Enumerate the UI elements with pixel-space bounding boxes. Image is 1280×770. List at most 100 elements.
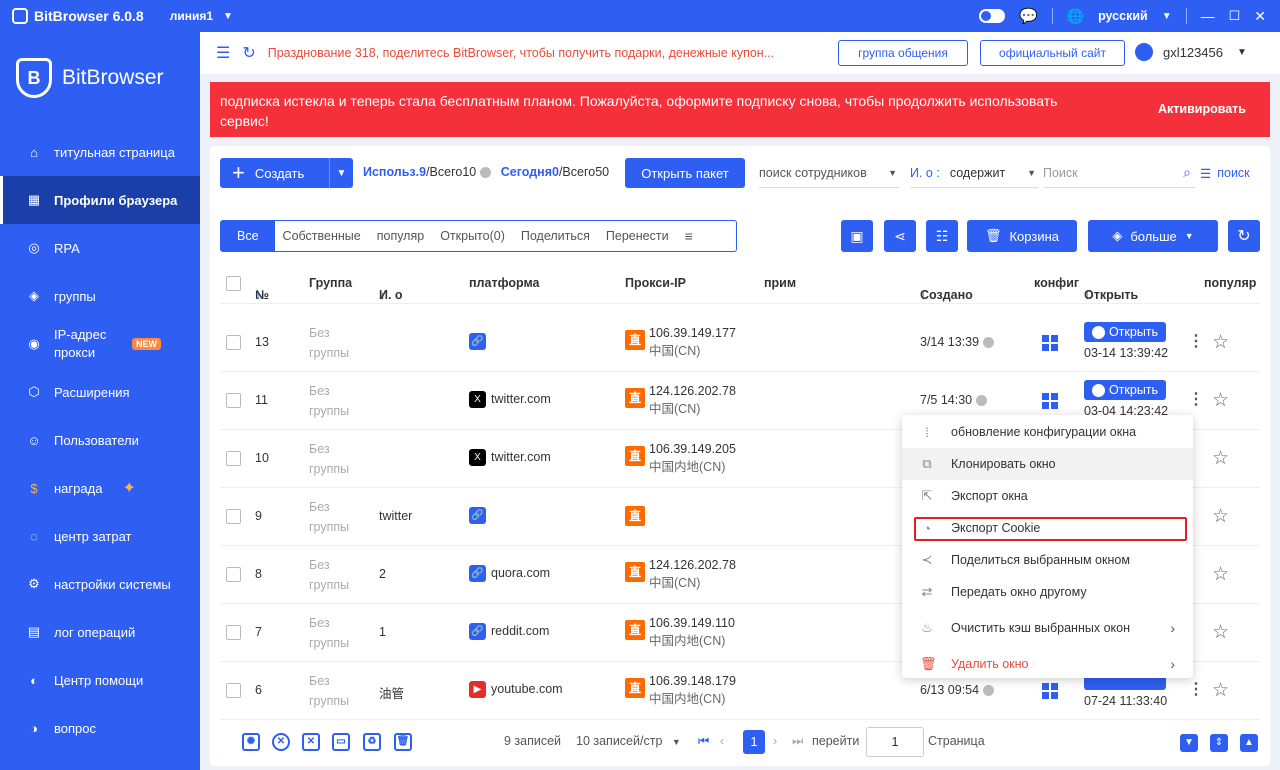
row-checkbox[interactable] [226, 335, 241, 350]
row-checkbox[interactable] [226, 567, 241, 582]
sidebar-item-log[interactable]: ▤ лог операций [0, 608, 200, 656]
next-page-icon[interactable]: › [773, 734, 777, 748]
sidebar-item-help[interactable]: ◐ Центр помощи [0, 656, 200, 704]
star-icon[interactable]: ☆ [1212, 447, 1229, 470]
star-icon[interactable]: ☆ [1212, 389, 1229, 412]
context-menu-item[interactable]: ⇱ Экспорт окна [902, 480, 1193, 512]
row-checkbox[interactable] [226, 509, 241, 524]
row-platform[interactable]: Xtwitter.com [469, 391, 551, 408]
chat-icon[interactable]: 💬 [1019, 7, 1038, 25]
collapse-menu-icon[interactable]: ☰ [216, 43, 230, 63]
scroll-down-icon[interactable]: ▼ [1180, 734, 1198, 752]
context-menu-item[interactable]: ⇄ Передать окно другому [902, 576, 1193, 608]
globe-icon[interactable]: 🌐 [1067, 8, 1084, 25]
batch-close-icon[interactable]: ✕ [272, 733, 290, 751]
search-icon[interactable]: ⌕ [1183, 164, 1191, 181]
official-site-button[interactable]: официальный сайт [980, 40, 1125, 66]
sidebar-item-users[interactable]: ☺ Пользователи [0, 416, 200, 464]
row-platform[interactable]: Xtwitter.com [469, 449, 551, 466]
theme-toggle[interactable] [978, 9, 1005, 23]
sidebar-item-proxy[interactable]: ◉ IP-адрес прокси NEW [0, 320, 200, 368]
refresh-icon[interactable]: ↻ [242, 43, 255, 63]
context-menu-item[interactable]: ⧉ Клонировать окно [902, 448, 1193, 480]
more-options-icon[interactable]: ⋮ [1188, 331, 1204, 351]
sidebar-item-reward[interactable]: $ награда ✦ [0, 464, 200, 512]
group-chat-button[interactable]: группа общения [838, 40, 968, 66]
row-platform[interactable]: 🔗 [469, 333, 491, 350]
row-checkbox[interactable] [226, 393, 241, 408]
chevron-down-icon[interactable]: ▼ [329, 158, 353, 188]
sidebar-item-rpa[interactable]: ◎ RPA [0, 224, 200, 272]
page-input[interactable]: 1 [866, 727, 924, 757]
more-button[interactable]: ◈ больше ▼ [1088, 220, 1218, 252]
tab-all[interactable]: Все [221, 221, 275, 251]
trash-button[interactable]: 🗑 Корзина [967, 220, 1077, 252]
page-number-current[interactable]: 1 [743, 730, 765, 754]
prev-page-icon[interactable]: ‹ [720, 734, 724, 748]
language-selector[interactable]: русский [1098, 9, 1148, 23]
star-icon[interactable]: ☆ [1212, 621, 1229, 644]
table-row[interactable]: 13 Без группы 🔗 直 106.39.149.177 中国(CN) 3/14 13… [220, 314, 1260, 372]
sort-icon[interactable]: ≡ [677, 221, 701, 251]
page-size-select[interactable]: 10 записей/стр ▼ [576, 734, 681, 748]
star-icon[interactable]: ☆ [1212, 679, 1229, 702]
context-menu-item[interactable]: 🗑 Удалить окно › [902, 648, 1193, 680]
batch-open-icon[interactable]: ✺ [242, 733, 260, 751]
share-icon[interactable]: ⋖ [884, 220, 916, 252]
row-checkbox[interactable] [226, 625, 241, 640]
open-package-button[interactable]: Открыть пакет [625, 158, 745, 188]
tab-transfer[interactable]: Перенести [598, 221, 677, 251]
more-options-icon[interactable]: ⋮ [1188, 389, 1204, 409]
field-select[interactable]: И. о : содержит ▼ [910, 158, 1038, 188]
expand-icon[interactable]: ⇕ [1210, 734, 1228, 752]
row-checkbox[interactable] [226, 451, 241, 466]
more-options-icon[interactable]: ⋮ [1188, 679, 1204, 699]
create-button[interactable]: + Создать ▼ [220, 158, 353, 188]
last-page-icon[interactable]: ⏭ [792, 734, 803, 749]
close-icon[interactable]: ✕ [1254, 8, 1266, 25]
chevron-down-icon[interactable]: ▼ [1162, 11, 1172, 22]
star-icon[interactable]: ☆ [1212, 563, 1229, 586]
context-menu-item[interactable]: ♨ Очистить кэш выбранных окон › [902, 610, 1193, 646]
row-platform[interactable]: 🔗 reddit.com [469, 623, 549, 640]
batch-delete-icon[interactable]: 🗑 [394, 733, 412, 751]
sidebar-item-extensions[interactable]: ⬡ Расширения [0, 368, 200, 416]
maximize-icon[interactable]: ☐ [1229, 8, 1241, 24]
user-menu[interactable]: gxl123456 ▼ [1135, 43, 1247, 61]
row-platform[interactable]: 🔗 quora.com [469, 565, 550, 582]
employee-search-select[interactable]: поиск сотрудников ▼ [759, 158, 899, 188]
sidebar-item-settings[interactable]: ⚙ настройки системы [0, 560, 200, 608]
sidebar-item-home[interactable]: ⌂ титульная страница [0, 128, 200, 176]
sidebar-item-question[interactable]: ◑ вопрос [0, 704, 200, 752]
activate-link[interactable]: Активировать [1158, 102, 1246, 116]
batch-clear-icon[interactable]: ✕ [302, 733, 320, 751]
refresh-list-icon[interactable]: ↻ [1228, 220, 1260, 252]
tab-opened[interactable]: Открыто(0) [432, 221, 513, 251]
sidebar-item-browser-profiles[interactable]: ▦ Профили браузера [0, 176, 200, 224]
context-menu-item[interactable]: ≺ Поделиться выбранным окном [902, 544, 1193, 576]
minimize-icon[interactable]: — [1201, 8, 1215, 24]
chevron-down-icon[interactable]: ▼ [223, 11, 233, 22]
scroll-up-icon[interactable]: ▲ [1240, 734, 1258, 752]
search-input[interactable]: Поиск ⌕ [1043, 158, 1195, 188]
chevron-down-icon[interactable]: ▼ [1237, 47, 1247, 58]
advanced-search-button[interactable]: ☰ поиск [1200, 158, 1250, 188]
row-platform[interactable]: 🔗 [469, 507, 491, 524]
tab-popular[interactable]: популяр [369, 221, 432, 251]
save-icon[interactable]: ▣ [841, 220, 873, 252]
sidebar-item-cost-center[interactable]: ◌ центр затрат [0, 512, 200, 560]
context-menu-item[interactable]: ⁞ обновление конфигурации окна [902, 416, 1193, 448]
list-view-icon[interactable]: ☷ [926, 220, 958, 252]
open-button[interactable]: Открыть [1084, 322, 1166, 342]
notice-text[interactable]: Празднование 318, поделитесь BitBrowser,… [268, 46, 813, 60]
tab-own[interactable]: Собственные [275, 221, 369, 251]
batch-recycle-icon[interactable]: ♻ [363, 733, 381, 751]
line-selector[interactable]: линия1 [170, 9, 213, 23]
row-checkbox[interactable] [226, 683, 241, 698]
tab-shared[interactable]: Поделиться [513, 221, 598, 251]
select-all-checkbox[interactable] [226, 276, 241, 291]
star-icon[interactable]: ☆ [1212, 331, 1229, 354]
sidebar-item-groups[interactable]: ◈ группы [0, 272, 200, 320]
batch-window-icon[interactable]: ▭ [332, 733, 350, 751]
star-icon[interactable]: ☆ [1212, 505, 1229, 528]
